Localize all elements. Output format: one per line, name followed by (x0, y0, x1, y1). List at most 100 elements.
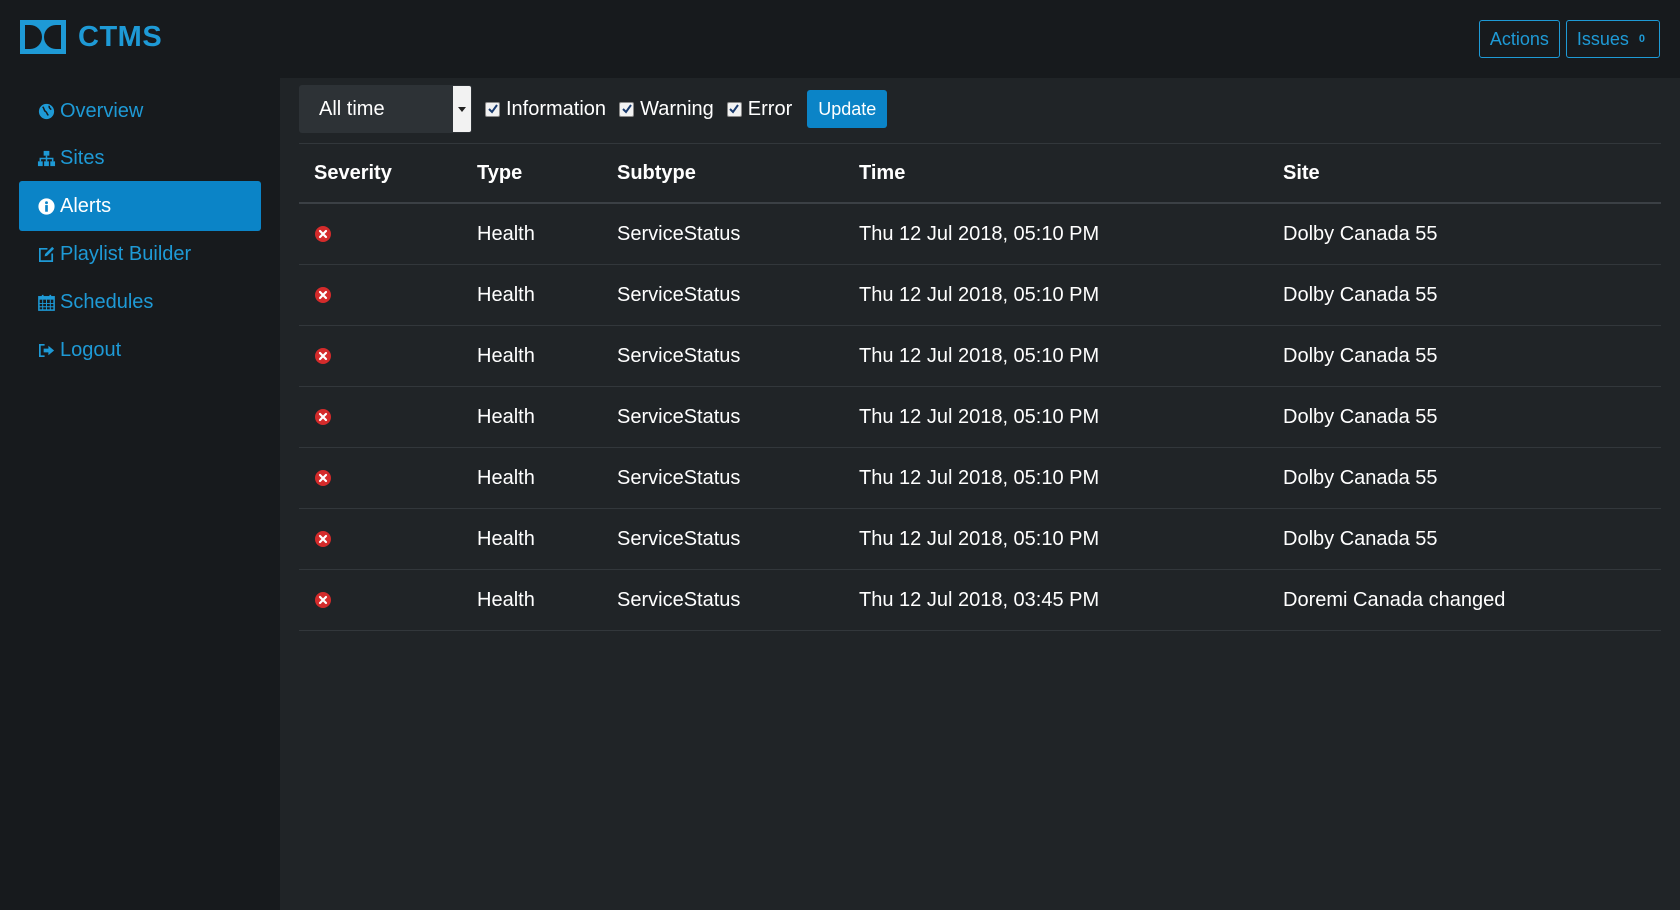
type-cell: Health (477, 344, 535, 367)
dolby-logo-icon (20, 20, 66, 54)
check-icon (621, 104, 632, 114)
table-row[interactable]: Health ServiceStatus Thu 12 Jul 2018, 03:4… (299, 570, 1661, 631)
error-icon (315, 470, 331, 486)
error-icon (315, 226, 331, 242)
severity-cell (314, 265, 332, 325)
check-icon (729, 104, 740, 114)
error-checkbox[interactable] (726, 101, 742, 117)
column-header-type[interactable]: Type (477, 144, 522, 202)
subtype-cell: ServiceStatus (617, 588, 741, 611)
information-filter-label: Information (506, 97, 607, 120)
error-filter[interactable]: Error (726, 97, 793, 121)
type-cell: Health (477, 588, 535, 611)
sidebar-item-playlist-builder[interactable]: Playlist Builder (19, 229, 261, 279)
main-content: All time Information Warning Error Updat… (280, 78, 1680, 910)
site-cell: Dolby Canada 55 (1283, 466, 1438, 489)
time-cell: Thu 12 Jul 2018, 03:45 PM (859, 588, 1100, 611)
sidebar-item-label: Sites (60, 146, 105, 169)
error-icon (315, 287, 331, 303)
table-row[interactable]: Health ServiceStatus Thu 12 Jul 2018, 05:1… (299, 204, 1661, 265)
error-filter-label: Error (747, 97, 793, 120)
top-bar: CTMS Actions Issues 0 (0, 0, 1680, 78)
subtype-cell: ServiceStatus (617, 466, 741, 489)
error-icon (315, 592, 331, 608)
table-header-row: Severity Type Subtype Time Site (299, 143, 1661, 204)
information-checkbox[interactable] (485, 101, 500, 117)
subtype-cell: ServiceStatus (617, 283, 741, 306)
table-body: Health ServiceStatus Thu 12 Jul 2018, 05:1… (299, 204, 1661, 631)
issues-button[interactable]: Issues 0 (1565, 20, 1660, 58)
sidebar-item-label: Alerts (60, 194, 112, 217)
type-cell: Health (477, 222, 535, 245)
sidebar-item-overview[interactable]: Overview (19, 86, 261, 136)
site-cell: Doremi Canada changed (1283, 588, 1506, 611)
time-cell: Thu 12 Jul 2018, 05:10 PM (859, 466, 1100, 489)
brand[interactable]: CTMS (20, 20, 162, 54)
sidebar-item-label: Logout (60, 338, 122, 361)
error-icon (315, 531, 331, 547)
brand-name: CTMS (78, 20, 163, 53)
site-cell: Dolby Canada 55 (1283, 222, 1438, 245)
severity-cell (314, 570, 332, 630)
sidebar-item-label: Playlist Builder (60, 242, 192, 265)
edit-icon (37, 245, 56, 264)
sidebar-item-label: Overview (60, 99, 144, 122)
table-row[interactable]: Health ServiceStatus Thu 12 Jul 2018, 05:1… (299, 509, 1661, 570)
site-cell: Dolby Canada 55 (1283, 344, 1438, 367)
type-cell: Health (477, 405, 535, 428)
subtype-cell: ServiceStatus (617, 527, 741, 550)
column-header-time[interactable]: Time (859, 144, 905, 202)
globe-icon (37, 102, 56, 121)
sidebar-item-alerts[interactable]: Alerts (19, 181, 261, 231)
severity-cell (314, 204, 332, 264)
update-button[interactable]: Update (807, 90, 888, 128)
time-cell: Thu 12 Jul 2018, 05:10 PM (859, 527, 1100, 550)
actions-button-label: Actions (1489, 28, 1549, 49)
subtype-cell: ServiceStatus (617, 222, 741, 245)
calendar-icon (37, 293, 56, 312)
severity-cell (314, 326, 332, 386)
table-row[interactable]: Health ServiceStatus Thu 12 Jul 2018, 05:1… (299, 265, 1661, 326)
error-icon (315, 348, 331, 364)
column-header-severity[interactable]: Severity (314, 144, 392, 202)
time-range-select[interactable]: All time (299, 85, 472, 133)
error-icon (315, 409, 331, 425)
sidebar-item-sites[interactable]: Sites (19, 133, 261, 183)
subtype-cell: ServiceStatus (617, 344, 741, 367)
table-row[interactable]: Health ServiceStatus Thu 12 Jul 2018, 05:1… (299, 387, 1661, 448)
issues-count-badge: 0 (1638, 33, 1645, 45)
column-header-subtype[interactable]: Subtype (617, 144, 696, 202)
severity-cell (314, 509, 332, 569)
sidebar-item-logout[interactable]: Logout (19, 325, 261, 375)
type-cell: Health (477, 466, 535, 489)
issues-button-label: Issues (1576, 28, 1629, 49)
severity-cell (314, 387, 332, 447)
type-cell: Health (477, 527, 535, 550)
chevron-down-icon (453, 86, 471, 132)
info-circle-icon (37, 197, 56, 216)
alerts-table: Severity Type Subtype Time Site Health Se… (299, 143, 1661, 631)
check-icon (487, 104, 498, 114)
actions-button[interactable]: Actions (1478, 20, 1560, 58)
sign-out-icon (37, 341, 56, 360)
time-cell: Thu 12 Jul 2018, 05:10 PM (859, 283, 1100, 306)
table-row[interactable]: Health ServiceStatus Thu 12 Jul 2018, 05:1… (299, 448, 1661, 509)
sitemap-icon (37, 149, 56, 168)
time-cell: Thu 12 Jul 2018, 05:10 PM (859, 222, 1100, 245)
type-cell: Health (477, 283, 535, 306)
time-cell: Thu 12 Jul 2018, 05:10 PM (859, 344, 1100, 367)
site-cell: Dolby Canada 55 (1283, 527, 1438, 550)
top-actions: Actions Issues 0 (1478, 20, 1660, 58)
sidebar-item-label: Schedules (60, 290, 154, 313)
table-row[interactable]: Health ServiceStatus Thu 12 Jul 2018, 05:1… (299, 326, 1661, 387)
severity-cell (314, 448, 332, 508)
warning-filter-label: Warning (640, 97, 714, 120)
warning-filter[interactable]: Warning (619, 98, 714, 121)
sidebar: Overview Sites Alerts Playlist Builder S… (0, 78, 280, 910)
warning-checkbox[interactable] (619, 101, 635, 117)
information-filter[interactable]: Information (485, 98, 606, 121)
column-header-site[interactable]: Site (1283, 144, 1320, 202)
sidebar-item-schedules[interactable]: Schedules (19, 277, 261, 327)
time-cell: Thu 12 Jul 2018, 05:10 PM (859, 405, 1100, 428)
site-cell: Dolby Canada 55 (1283, 283, 1438, 306)
